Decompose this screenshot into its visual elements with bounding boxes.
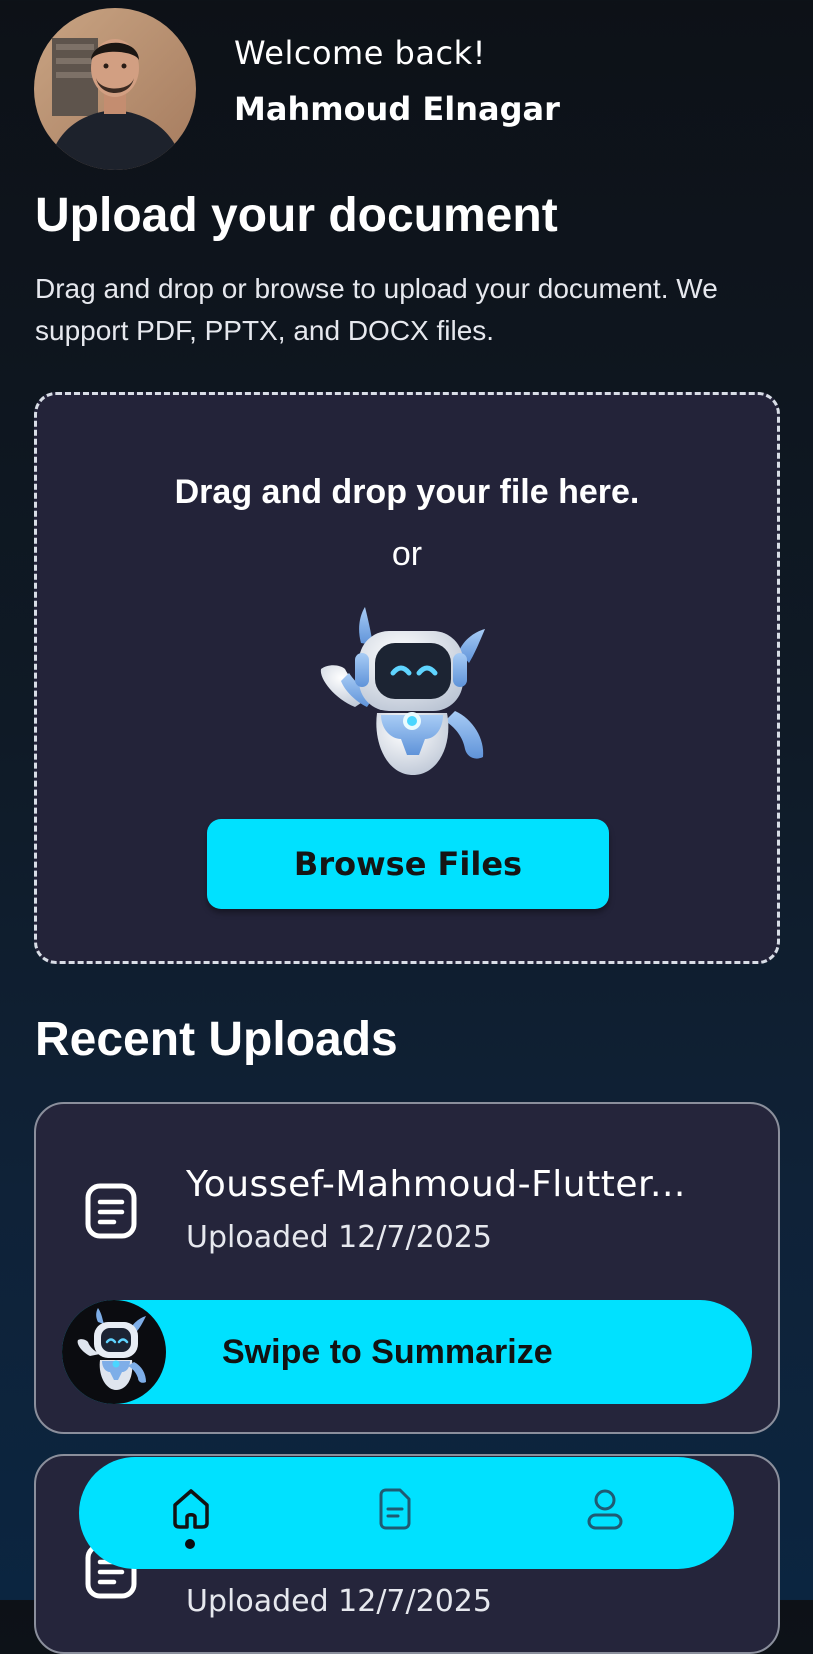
file-name: Youssef-Mahmoud-Flutter... — [186, 1164, 686, 1205]
upload-date: Uploaded 12/7/2025 — [186, 1584, 492, 1619]
page-title: Upload your document — [35, 189, 558, 242]
greeting: Welcome back! Mahmoud Elnagar — [234, 34, 560, 128]
nav-documents-button[interactable] — [371, 1485, 419, 1533]
welcome-text: Welcome back! — [234, 34, 486, 72]
upload-date: Uploaded 12/7/2025 — [186, 1220, 492, 1255]
user-header: Welcome back! Mahmoud Elnagar — [34, 8, 813, 170]
robot-mascot-icon — [77, 1308, 146, 1390]
home-icon — [173, 1489, 209, 1529]
upload-description: Drag and drop or browse to upload your d… — [35, 273, 718, 346]
active-indicator — [185, 1539, 195, 1549]
nav-profile-button[interactable] — [581, 1485, 629, 1533]
browse-files-button[interactable]: Browse Files — [207, 819, 609, 909]
robot-mascot-icon — [320, 607, 485, 775]
swipe-label: Swipe to Summarize — [222, 1333, 553, 1371]
avatar[interactable] — [34, 8, 196, 170]
bottom-nav — [79, 1457, 734, 1569]
recent-upload-card[interactable]: Youssef-Mahmoud-Flutter... Uploaded 12/7… — [34, 1102, 780, 1434]
swipe-to-summarize-slider[interactable]: Swipe to Summarize — [62, 1300, 752, 1404]
recent-uploads-title: Recent Uploads — [35, 1013, 398, 1066]
file-drop-zone[interactable]: Drag and drop your file here. or Browse … — [34, 392, 780, 964]
document-icon — [85, 1183, 137, 1239]
swipe-handle[interactable] — [62, 1300, 166, 1404]
nav-home-button[interactable] — [167, 1485, 215, 1533]
drop-zone-title: Drag and drop your file here. — [174, 473, 640, 511]
user-name: Mahmoud Elnagar — [234, 90, 560, 128]
drop-zone-or: or — [391, 535, 423, 573]
profile-icon — [587, 1489, 623, 1530]
document-icon — [379, 1488, 411, 1530]
